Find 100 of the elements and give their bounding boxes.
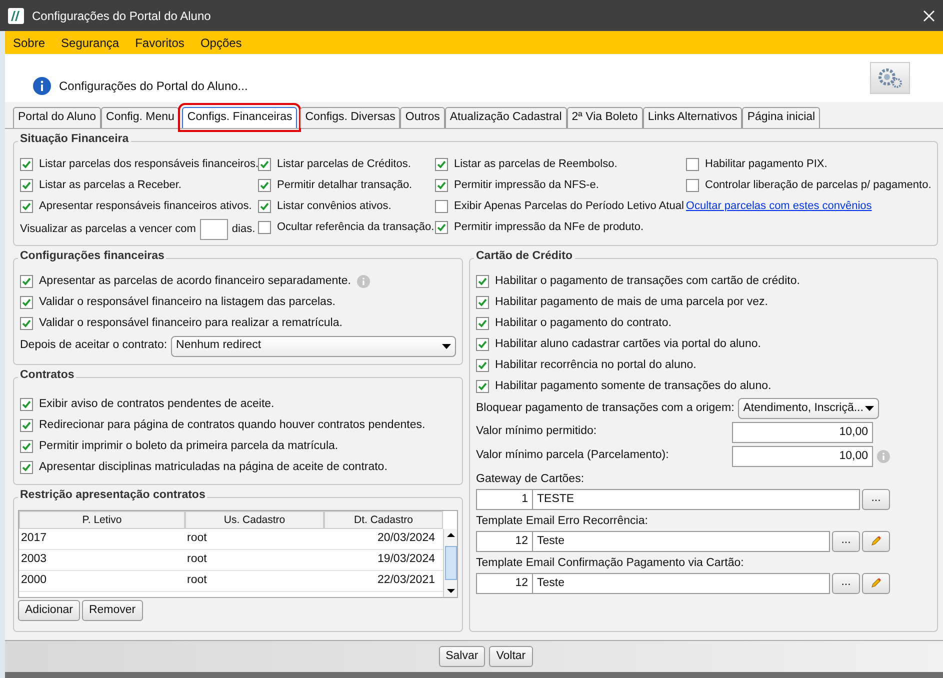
checkbox-label: Listar parcelas de Créditos. — [277, 157, 411, 172]
checkbox[interactable] — [20, 440, 33, 453]
checkbox[interactable] — [435, 158, 448, 171]
tab[interactable]: 2ª Via Boleto — [566, 107, 643, 128]
column-header[interactable]: P. Letivo — [19, 511, 185, 529]
checkbox[interactable] — [20, 179, 33, 192]
checkbox[interactable] — [20, 398, 33, 411]
field-label: Gateway de Cartões: — [476, 472, 586, 487]
checkbox-label: Listar convênios ativos. — [277, 199, 392, 214]
checkbox[interactable] — [686, 179, 699, 192]
pencil-icon — [870, 577, 882, 589]
settings-button[interactable] — [870, 62, 910, 94]
field-label: Visualizar as parcelas a vencer com — [20, 222, 196, 237]
edit-button[interactable] — [862, 530, 890, 552]
tab[interactable]: Config. Menu — [101, 107, 180, 128]
tab[interactable]: Página inicial — [742, 107, 820, 128]
caret-icon — [442, 344, 451, 348]
checkbox[interactable] — [20, 419, 33, 432]
name-input-field[interactable]: Teste — [533, 572, 830, 594]
menu-item[interactable]: Sobre — [13, 34, 46, 52]
checkbox-label: Controlar liberação de parcelas p/ pagamento. — [705, 178, 932, 194]
code-input-field[interactable]: 1 — [476, 488, 533, 510]
group-title: Situação Financeira — [18, 134, 131, 146]
action-button[interactable]: Voltar — [489, 646, 533, 667]
scroll-up-icon[interactable] — [446, 533, 454, 537]
tab[interactable]: Outros — [400, 107, 445, 128]
action-button[interactable]: Adicionar — [18, 600, 80, 621]
link[interactable]: Ocultar parcelas com estes convênios — [686, 198, 872, 215]
pencil-icon — [870, 535, 882, 547]
checkbox-label: Habilitar o pagamento do contrato. — [495, 316, 672, 331]
name-input-field[interactable]: TESTE — [533, 488, 860, 510]
action-button[interactable]: ... — [862, 488, 890, 510]
checkbox-label: Habilitar o pagamento de transações com cartão de crédito. — [495, 274, 800, 289]
tab[interactable]: Atualização Cadastral — [444, 107, 567, 128]
tab[interactable]: Portal do Aluno — [13, 107, 102, 128]
tab[interactable]: Configs. Diversas — [300, 107, 400, 128]
checkbox-label: Habilitar pagamento somente de transações do aluno. — [495, 378, 772, 394]
table-cell-text: 2017 — [20, 531, 48, 546]
table-cell-text: root — [186, 552, 208, 568]
table-cell-text: root — [186, 573, 208, 588]
checkbox-label: Permitir impressão da NFS-e. — [454, 178, 599, 194]
value-input-field[interactable]: 10,00 — [732, 446, 873, 466]
menu-item[interactable]: Opções — [200, 34, 242, 52]
app-logo-icon — [8, 8, 24, 24]
checkbox[interactable] — [476, 338, 489, 351]
scrollbar[interactable] — [443, 529, 457, 597]
checkbox[interactable] — [20, 317, 33, 330]
code-input-field[interactable]: 12 — [476, 530, 533, 552]
name-input-field[interactable]: Teste — [533, 530, 830, 552]
action-button[interactable]: ... — [832, 530, 860, 552]
checkbox[interactable] — [686, 158, 699, 171]
group-title: Configurações financeiras — [18, 251, 166, 262]
checkbox-label: Habilitar recorrência no portal do aluno. — [495, 358, 696, 373]
table-cell-text: root — [186, 531, 208, 546]
checkbox[interactable] — [20, 275, 33, 288]
close-icon[interactable] — [923, 10, 935, 22]
group-title: Cartão de Crédito — [474, 251, 574, 262]
days-input-field[interactable] — [200, 218, 228, 240]
checkbox[interactable] — [476, 359, 489, 372]
table-cell-text: 2000 — [20, 573, 48, 588]
tab[interactable]: Links Alternativos — [642, 107, 742, 128]
group-title: Restrição apresentação contratos — [18, 490, 208, 502]
checkbox[interactable] — [20, 158, 33, 171]
info-icon — [356, 275, 370, 288]
checkbox[interactable] — [258, 158, 271, 171]
checkbox[interactable] — [20, 200, 33, 213]
checkbox[interactable] — [258, 200, 271, 213]
code-input-field[interactable]: 12 — [476, 572, 533, 594]
column-header[interactable]: Dt. Cadastro — [324, 511, 443, 529]
action-button[interactable]: Remover — [82, 600, 143, 621]
checkbox-label: Redirecionar para página de contratos quando houver contratos pendentes. — [39, 418, 426, 433]
checkbox[interactable] — [476, 296, 489, 309]
checkbox-label: Listar as parcelas a Receber. — [39, 178, 182, 194]
column-header[interactable]: Us. Cadastro — [185, 511, 324, 529]
checkbox-label: Validar o responsável financeiro para realizar a rematrícula. — [39, 316, 342, 331]
origin-dropdown[interactable]: Atendimento, Inscriçã... — [738, 398, 880, 419]
edit-button[interactable] — [862, 572, 890, 594]
checkbox[interactable] — [258, 221, 271, 234]
menu-item[interactable]: Favoritos — [135, 34, 184, 52]
action-button[interactable]: ... — [832, 572, 860, 594]
checkbox-label: Apresentar responsáveis financeiros ativos. — [39, 199, 252, 214]
checkbox[interactable] — [435, 200, 448, 213]
checkbox[interactable] — [476, 317, 489, 330]
checkbox[interactable] — [20, 296, 33, 309]
checkbox[interactable] — [20, 461, 33, 474]
field-label: Valor mínimo parcela (Parcelamento): — [476, 448, 670, 464]
checkbox[interactable] — [476, 275, 489, 288]
gears-icon — [877, 67, 904, 89]
window-title: Configurações do Portal do Aluno — [32, 8, 212, 24]
checkbox[interactable] — [435, 179, 448, 192]
checkbox[interactable] — [476, 380, 489, 393]
action-button[interactable]: Salvar — [438, 646, 486, 667]
checkbox[interactable] — [435, 221, 448, 234]
menu-item[interactable]: Segurança — [61, 34, 120, 52]
checkbox[interactable] — [258, 179, 271, 192]
field-label: Template Email Erro Recorrência: — [476, 514, 649, 529]
value-input-field[interactable]: 10,00 — [732, 422, 873, 442]
table-cell-text: 2003 — [20, 552, 48, 568]
scroll-down-icon[interactable] — [446, 589, 454, 593]
redirect-dropdown[interactable]: Nenhum redirect — [171, 336, 456, 356]
